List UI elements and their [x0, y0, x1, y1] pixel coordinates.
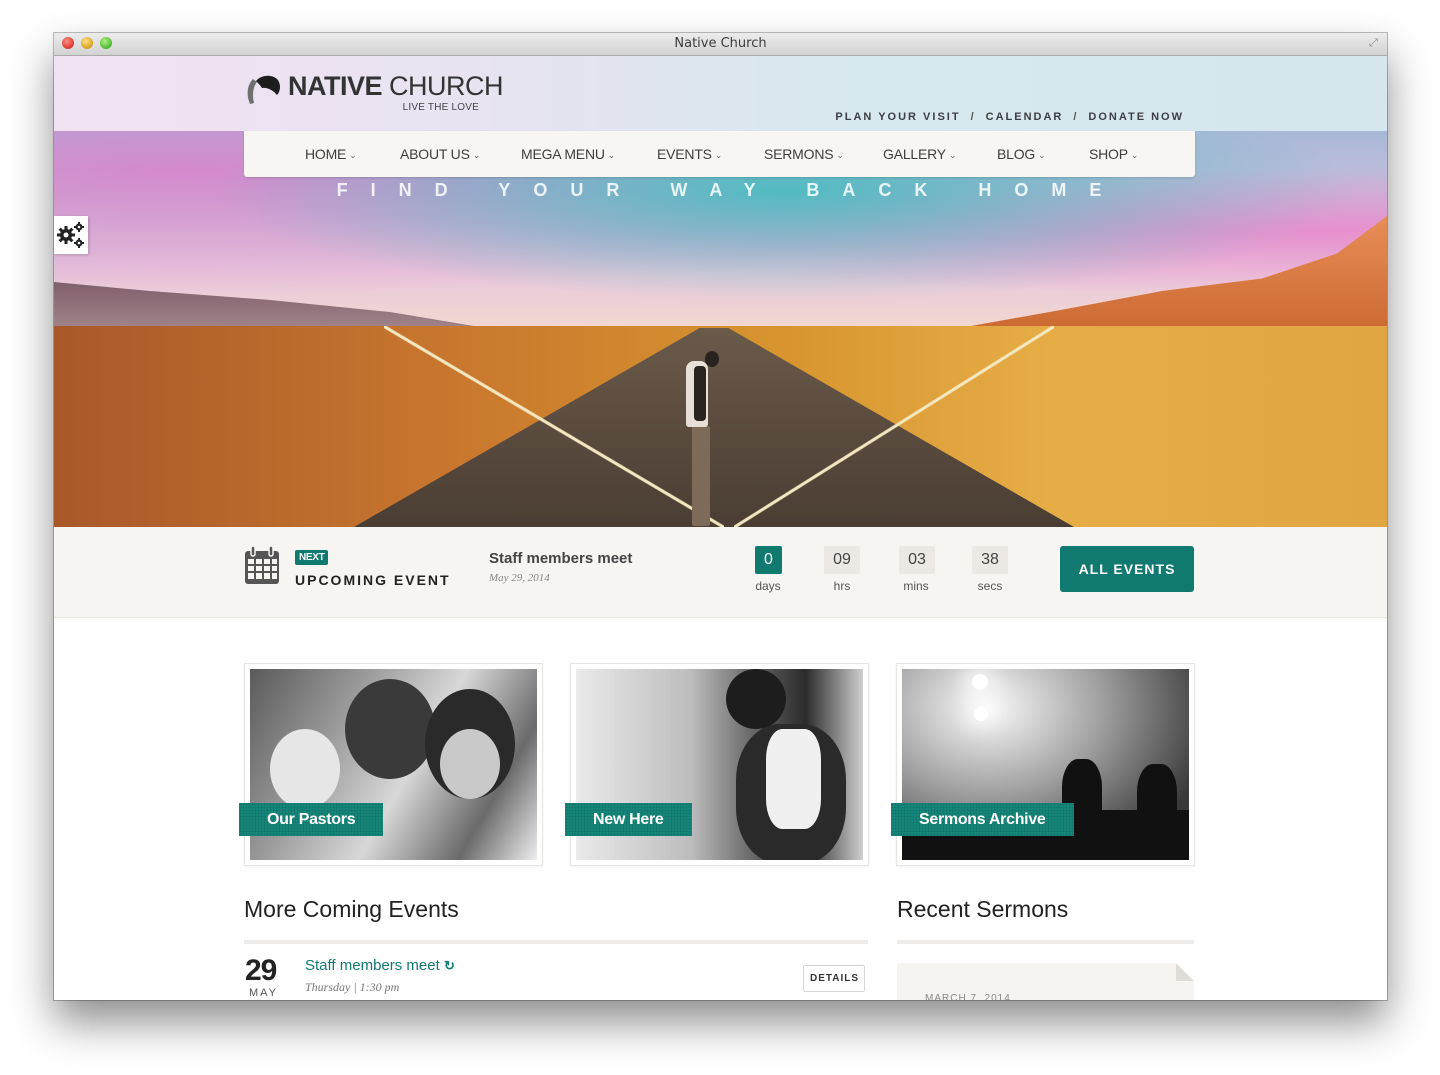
photo-shape [726, 669, 786, 729]
hero-banner: NATIVE CHURCH LIVE THE LOVE PLAN YOUR VI… [54, 56, 1387, 527]
nav-label: SERMONS [764, 146, 834, 162]
countdown-mins-label: mins [903, 579, 929, 593]
road-line-right [734, 326, 1054, 527]
card-label[interactable]: Sermons Archive [891, 803, 1074, 836]
card-our-pastors[interactable]: Our Pastors [239, 663, 543, 866]
nav-label: BLOG [997, 146, 1036, 162]
chevron-down-icon: ⌄ [714, 150, 723, 160]
hero-tagline: FIND YOUR WAY BACK HOME [336, 180, 1125, 200]
countdown-hours-value: 09 [824, 546, 860, 574]
countdown-days-value: 0 [755, 546, 782, 574]
card-label[interactable]: New Here [565, 803, 692, 836]
upcoming-event-bar: NEXT UPCOMING EVENT Staff members meet M… [54, 527, 1387, 618]
nav-label: SHOP [1089, 146, 1128, 162]
logo-name-light: CHURCH [382, 71, 504, 101]
next-badge: NEXT [295, 550, 329, 565]
event-title: Staff members meet [305, 957, 440, 974]
all-events-button[interactable]: ALL EVENTS [1060, 546, 1194, 592]
card-label[interactable]: Our Pastors [239, 803, 384, 836]
chevron-down-icon: ⌄ [349, 150, 357, 160]
recent-sermons-heading: Recent Sermons [897, 896, 1069, 922]
photo-shape [270, 729, 340, 809]
calendar-icon [245, 545, 279, 584]
chevron-down-icon: ⌄ [836, 150, 844, 160]
title-bar: Native Church ⤢ [54, 33, 1387, 56]
nav-label: EVENTS [657, 146, 712, 162]
photo-shape [440, 729, 500, 799]
upcoming-event-date: May 29, 2014 [489, 572, 550, 584]
separator: / [1073, 111, 1079, 123]
sermon-date: MARCH 7, 2014 [925, 993, 1011, 1000]
logo-text: NATIVE CHURCH [288, 71, 504, 102]
chevron-down-icon: ⌄ [1130, 150, 1139, 160]
main-nav: HOME ⌄ ABOUT US ⌄ MEGA MENU ⌄ EVENTS ⌄ SERMO… [244, 131, 1195, 177]
nav-item-sermons[interactable]: SERMONS ⌄ [764, 146, 844, 162]
card-sermons-archive[interactable]: Sermons Archive [891, 663, 1195, 866]
donate-now-link[interactable]: DONATE NOW [1088, 111, 1184, 123]
nav-item-gallery[interactable]: GALLERY ⌄ [883, 146, 956, 162]
fullscreen-icon[interactable]: ⤢ [1369, 37, 1381, 49]
upcoming-event-title[interactable]: Staff members meet [489, 550, 632, 567]
plan-your-visit-link[interactable]: PLAN YOUR VISIT [835, 111, 960, 123]
countdown-hours-label: hrs [833, 579, 851, 593]
nav-item-events[interactable]: EVENTS ⌄ [657, 146, 722, 162]
raised-hand [1137, 764, 1177, 834]
countdown-days-label: days [755, 579, 781, 593]
stage-light [974, 707, 988, 721]
event-month: MAY [249, 987, 279, 999]
photo-shape [766, 729, 821, 829]
countdown-secs-label: secs [977, 579, 1003, 593]
countdown-mins-value: 03 [899, 546, 935, 574]
nav-item-home[interactable]: HOME ⌄ [305, 146, 357, 162]
nav-label: ABOUT US [400, 146, 470, 162]
upcoming-event-label: UPCOMING EVENT [295, 572, 451, 588]
nav-label: GALLERY [883, 146, 946, 162]
chevron-down-icon: ⌄ [472, 150, 481, 160]
recurring-icon: ↻ [443, 958, 455, 973]
more-events-divider [244, 940, 868, 944]
top-links: PLAN YOUR VISIT / CALENDAR / DONATE NOW [835, 111, 1184, 123]
nav-item-shop[interactable]: SHOP ⌄ [1089, 146, 1138, 162]
nav-item-blog[interactable]: BLOG ⌄ [997, 146, 1046, 162]
gears-icon [57, 222, 84, 248]
style-switcher-toggle[interactable] [54, 216, 88, 254]
page-fold-corner [1176, 963, 1194, 981]
countdown-secs-value: 38 [972, 546, 1008, 574]
calendar-link[interactable]: CALENDAR [986, 111, 1064, 123]
nav-label: MEGA MENU [521, 146, 605, 162]
hero-walker-bag [694, 366, 706, 421]
hero-walker-head [705, 351, 719, 367]
hero-walker-legs [692, 426, 710, 526]
card-new-here[interactable]: New Here [565, 663, 869, 866]
event-details-button[interactable]: DETAILS [803, 965, 865, 992]
page: NATIVE CHURCH LIVE THE LOVE PLAN YOUR VI… [54, 56, 1387, 1000]
sermon-card[interactable]: MARCH 7, 2014 [897, 963, 1194, 1000]
chevron-down-icon: ⌄ [607, 150, 616, 160]
logo-tagline: LIVE THE LOVE [402, 102, 479, 113]
separator: / [970, 111, 976, 123]
event-meta: Thursday | 1:30 pm [305, 980, 400, 994]
event-day: 29 [245, 954, 277, 987]
nav-label: HOME [305, 146, 347, 162]
nav-item-mega-menu[interactable]: MEGA MENU ⌄ [521, 146, 615, 162]
nav-item-about-us[interactable]: ABOUT US ⌄ [400, 146, 480, 162]
road-line-left [384, 326, 724, 527]
logo-name-bold: NATIVE [288, 71, 383, 101]
chevron-down-icon: ⌄ [948, 150, 957, 160]
site-logo[interactable]: NATIVE CHURCH LIVE THE LOVE [244, 71, 504, 116]
chevron-down-icon: ⌄ [1038, 150, 1046, 160]
more-events-heading: More Coming Events [244, 896, 459, 922]
browser-window: Native Church ⤢ NATIVE CHURCH LIVE THE L… [54, 33, 1387, 1000]
event-title-link[interactable]: Staff members meet ↻ [305, 957, 455, 974]
logo-mark-icon [247, 75, 280, 104]
window-title: Native Church [674, 36, 767, 51]
recent-sermons-divider [897, 940, 1194, 944]
photo-shape [345, 679, 435, 779]
stage-light [972, 674, 988, 690]
